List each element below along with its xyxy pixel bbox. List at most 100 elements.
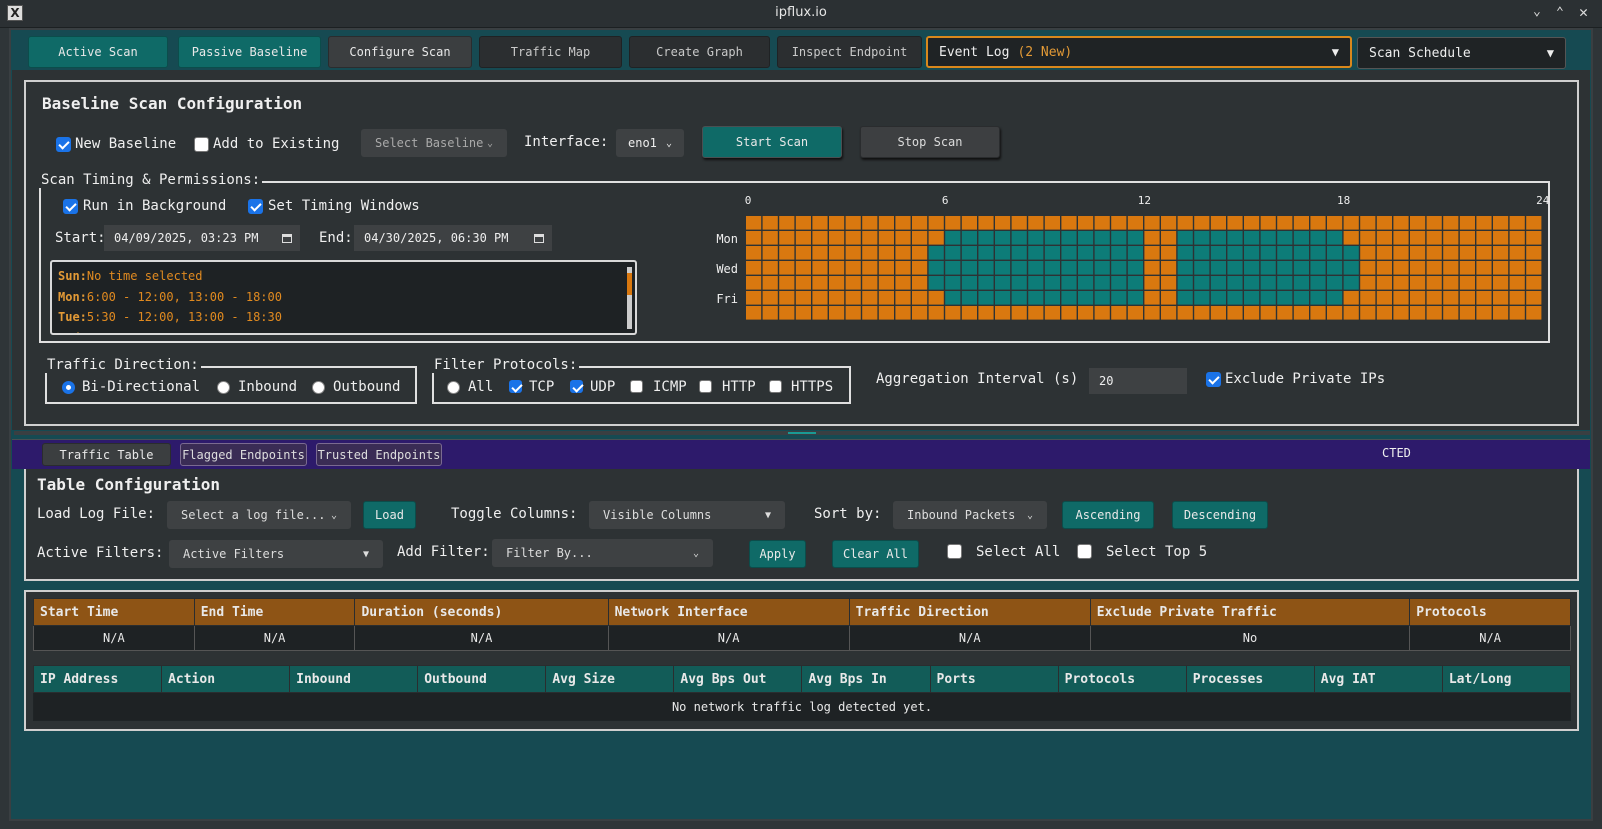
timing-grid-cell[interactable]	[912, 306, 928, 320]
timing-grid-cell[interactable]	[1509, 231, 1525, 245]
timing-grid-cell[interactable]	[1293, 261, 1309, 275]
timing-grid-cell[interactable]	[1459, 231, 1475, 245]
timing-grid-cell[interactable]	[1459, 291, 1475, 305]
timing-grid-cell[interactable]	[1493, 306, 1509, 320]
timing-grid-cell[interactable]	[1277, 231, 1293, 245]
timing-grid-cell[interactable]	[762, 306, 778, 320]
timing-grid-cell[interactable]	[1493, 246, 1509, 260]
exclude-private-checkbox[interactable]	[1206, 372, 1221, 387]
add-existing-checkbox[interactable]	[194, 137, 209, 152]
timing-grid-cell[interactable]	[1310, 231, 1326, 245]
timing-grid-cell[interactable]	[1111, 276, 1127, 290]
timing-grid-cell[interactable]	[812, 306, 828, 320]
timing-grid-cell[interactable]	[878, 291, 894, 305]
timing-grid-cell[interactable]	[995, 291, 1011, 305]
timing-grid-cell[interactable]	[862, 231, 878, 245]
timing-grid-cell[interactable]	[1227, 261, 1243, 275]
timing-grid-cell[interactable]	[1327, 231, 1343, 245]
timing-grid-cell[interactable]	[795, 261, 811, 275]
timing-grid-cell[interactable]	[746, 261, 762, 275]
timing-grid-cell[interactable]	[1161, 291, 1177, 305]
timing-grid-cell[interactable]	[1260, 216, 1276, 230]
timing-grid-cell[interactable]	[1111, 261, 1127, 275]
start-datetime-input[interactable]: 04/09/2025, 03:23 PM	[104, 225, 300, 251]
timing-grid-cell[interactable]	[845, 246, 861, 260]
apply-button[interactable]: Apply	[749, 540, 806, 568]
timing-grid-cell[interactable]	[1293, 216, 1309, 230]
timing-grid-cell[interactable]	[1210, 291, 1226, 305]
timing-grid-cell[interactable]	[1476, 306, 1492, 320]
timing-grid-cell[interactable]	[1161, 246, 1177, 260]
timing-grid-cell[interactable]	[945, 276, 961, 290]
timing-grid-cell[interactable]	[1044, 261, 1060, 275]
timing-grid-cell[interactable]	[1061, 276, 1077, 290]
timing-grid-cell[interactable]	[1443, 261, 1459, 275]
timing-grid-cell[interactable]	[1061, 231, 1077, 245]
timing-grid-cell[interactable]	[1526, 216, 1542, 230]
timing-grid-cell[interactable]	[1078, 291, 1094, 305]
timing-grid-cell[interactable]	[1493, 276, 1509, 290]
timing-grid-cell[interactable]	[795, 231, 811, 245]
timing-grid-cell[interactable]	[878, 231, 894, 245]
timing-grid-cell[interactable]	[1011, 246, 1027, 260]
timing-grid-cell[interactable]	[1426, 216, 1442, 230]
checkbox-tcp[interactable]	[509, 380, 522, 393]
timing-grid-cell[interactable]	[895, 246, 911, 260]
timing-grid-cell[interactable]	[1094, 306, 1110, 320]
timing-grid-cell[interactable]	[1011, 276, 1027, 290]
timing-grid-cell[interactable]	[762, 216, 778, 230]
timing-grid-cell[interactable]	[1376, 276, 1392, 290]
timing-grid-cell[interactable]	[878, 216, 894, 230]
timing-grid-cell[interactable]	[1443, 231, 1459, 245]
timing-grid-cell[interactable]	[1144, 246, 1160, 260]
traffic-column-header[interactable]: Processes	[1185, 665, 1315, 693]
timing-grid-cell[interactable]	[1509, 246, 1525, 260]
timing-grid-cell[interactable]	[1210, 261, 1226, 275]
timing-grid-cell[interactable]	[795, 246, 811, 260]
timing-grid-cell[interactable]	[1161, 231, 1177, 245]
timing-grid-cell[interactable]	[1061, 246, 1077, 260]
timing-grid-cell[interactable]	[1493, 216, 1509, 230]
timing-grid-cell[interactable]	[1028, 231, 1044, 245]
timing-grid-cell[interactable]	[1376, 306, 1392, 320]
timing-grid-cell[interactable]	[1227, 216, 1243, 230]
select-top5-checkbox[interactable]	[1077, 544, 1092, 559]
radio-all[interactable]	[447, 381, 460, 394]
timing-grid-cell[interactable]	[1343, 276, 1359, 290]
timing-grid-cell[interactable]	[1078, 231, 1094, 245]
timing-grid-cell[interactable]	[1459, 216, 1475, 230]
timing-grid-cell[interactable]	[829, 306, 845, 320]
timing-grid-cell[interactable]	[1210, 216, 1226, 230]
set-windows-checkbox[interactable]	[248, 199, 263, 214]
timing-grid-cell[interactable]	[1028, 276, 1044, 290]
timing-grid-cell[interactable]	[978, 291, 994, 305]
timing-grid-cell[interactable]	[1360, 246, 1376, 260]
timing-grid-cell[interactable]	[1426, 306, 1442, 320]
timing-grid-cell[interactable]	[1327, 216, 1343, 230]
timing-grid-cell[interactable]	[1426, 276, 1442, 290]
timing-grid-cell[interactable]	[1443, 306, 1459, 320]
timing-grid-cell[interactable]	[762, 291, 778, 305]
timing-grid-cell[interactable]	[1343, 291, 1359, 305]
timing-grid-cell[interactable]	[912, 231, 928, 245]
timing-grid-cell[interactable]	[1144, 231, 1160, 245]
timing-grid-cell[interactable]	[1310, 216, 1326, 230]
timing-grid-cell[interactable]	[1144, 306, 1160, 320]
timing-grid-cell[interactable]	[912, 276, 928, 290]
timing-grid-cell[interactable]	[1459, 276, 1475, 290]
timing-grid-cell[interactable]	[1476, 291, 1492, 305]
traffic-column-header[interactable]: Protocols	[1057, 665, 1187, 693]
timing-grid-cell[interactable]	[1509, 276, 1525, 290]
timing-grid-cell[interactable]	[1410, 231, 1426, 245]
timing-grid-cell[interactable]	[845, 276, 861, 290]
timing-grid-cell[interactable]	[978, 231, 994, 245]
timing-grid-cell[interactable]	[1376, 216, 1392, 230]
timing-grid-cell[interactable]	[1194, 276, 1210, 290]
timing-grid-cell[interactable]	[1293, 246, 1309, 260]
timing-grid-cell[interactable]	[928, 276, 944, 290]
timing-grid-cell[interactable]	[1244, 246, 1260, 260]
timing-grid-cell[interactable]	[812, 276, 828, 290]
timing-grid-cell[interactable]	[1509, 306, 1525, 320]
traffic-column-header[interactable]: Avg IAT	[1313, 665, 1443, 693]
calendar-icon[interactable]	[282, 233, 292, 243]
